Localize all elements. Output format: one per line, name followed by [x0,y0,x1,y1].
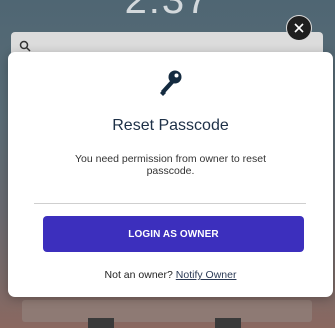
login-as-owner-button[interactable]: LOGIN AS OWNER [43,216,304,252]
close-icon [294,23,304,33]
divider [34,203,306,204]
dialog-title: Reset Passcode [112,117,229,134]
background-block [215,318,241,328]
reset-passcode-dialog: Reset Passcode You need permission from … [8,52,333,297]
dialog-footer: Not an owner? Notify Owner [8,269,333,281]
key-icon [159,69,183,97]
notify-owner-link[interactable]: Notify Owner [176,269,237,281]
dialog-message: You need permission from owner to reset … [74,153,267,177]
close-button[interactable] [286,15,312,41]
background-clock: 2:37 [124,0,211,22]
screen: 2:37 Reset Passcode You need permission … [0,0,335,328]
background-block [88,318,114,328]
background-card [22,300,312,322]
footer-question: Not an owner? [104,269,173,281]
